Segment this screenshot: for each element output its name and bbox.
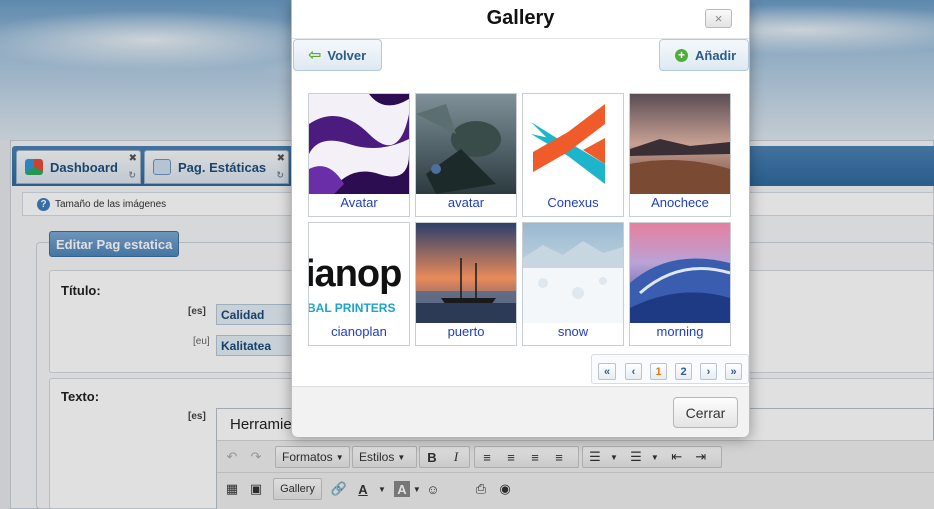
image-thumbnail: [523, 223, 623, 323]
image-thumbnail: [416, 94, 516, 194]
last-page-button[interactable]: »: [725, 363, 742, 380]
back-button[interactable]: ⇦ Volver: [293, 39, 382, 71]
arrow-left-icon: ⇦: [308, 47, 322, 64]
plus-circle-icon: +: [675, 48, 688, 62]
page-1-button[interactable]: 1: [650, 363, 667, 380]
gallery-item-caption: Conexus: [547, 195, 599, 210]
back-button-label: Volver: [327, 47, 367, 63]
gallery-item-snow[interactable]: snow: [522, 222, 624, 346]
image-thumbnail: [309, 94, 409, 194]
gallery-item-morning[interactable]: morning: [629, 222, 731, 346]
next-page-button[interactable]: ›: [700, 363, 717, 380]
image-thumbnail: [416, 223, 516, 323]
cianoplan-logo-text: ianop: [309, 253, 402, 295]
gallery-item-anochece[interactable]: Anochece: [629, 93, 731, 217]
gallery-item-caption: puerto: [447, 324, 485, 339]
image-thumbnail: [630, 94, 730, 194]
prev-page-button[interactable]: ‹: [625, 363, 642, 380]
gallery-item-caption: snow: [557, 324, 589, 339]
gallery-item-caption: Avatar: [340, 195, 378, 210]
gallery-modal: Gallery × ⇦ Volver + Añadir Avatar avata…: [291, 0, 750, 437]
modal-title: Gallery: [486, 7, 555, 29]
modal-footer: Cerrar: [292, 386, 749, 437]
image-thumbnail: [630, 223, 730, 323]
gallery-item-caption: cianoplan: [331, 324, 387, 339]
image-thumbnail: ianop BAL PRINTERS: [309, 223, 409, 323]
gallery-item-cianoplan[interactable]: ianop BAL PRINTERS cianoplan: [308, 222, 410, 346]
pagination: « ‹ 1 2 › »: [591, 354, 749, 384]
gallery-item-conexus[interactable]: Conexus: [522, 93, 624, 217]
gallery-item-caption: Anochece: [651, 195, 709, 210]
image-thumbnail: [523, 94, 623, 194]
modal-close-button[interactable]: ×: [705, 9, 732, 28]
first-page-button[interactable]: «: [598, 363, 616, 380]
close-button[interactable]: Cerrar: [673, 397, 738, 428]
add-button[interactable]: + Añadir: [659, 39, 749, 71]
page-2-button[interactable]: 2: [675, 363, 692, 380]
gallery-item-caption: morning: [656, 324, 704, 339]
gallery-item-avatar-2[interactable]: avatar: [415, 93, 517, 217]
cianoplan-logo-subtext: BAL PRINTERS: [309, 301, 396, 315]
gallery-item-avatar-1[interactable]: Avatar: [308, 93, 410, 217]
gallery-item-puerto[interactable]: puerto: [415, 222, 517, 346]
gallery-item-caption: avatar: [447, 195, 485, 210]
add-button-label: Añadir: [695, 47, 737, 63]
